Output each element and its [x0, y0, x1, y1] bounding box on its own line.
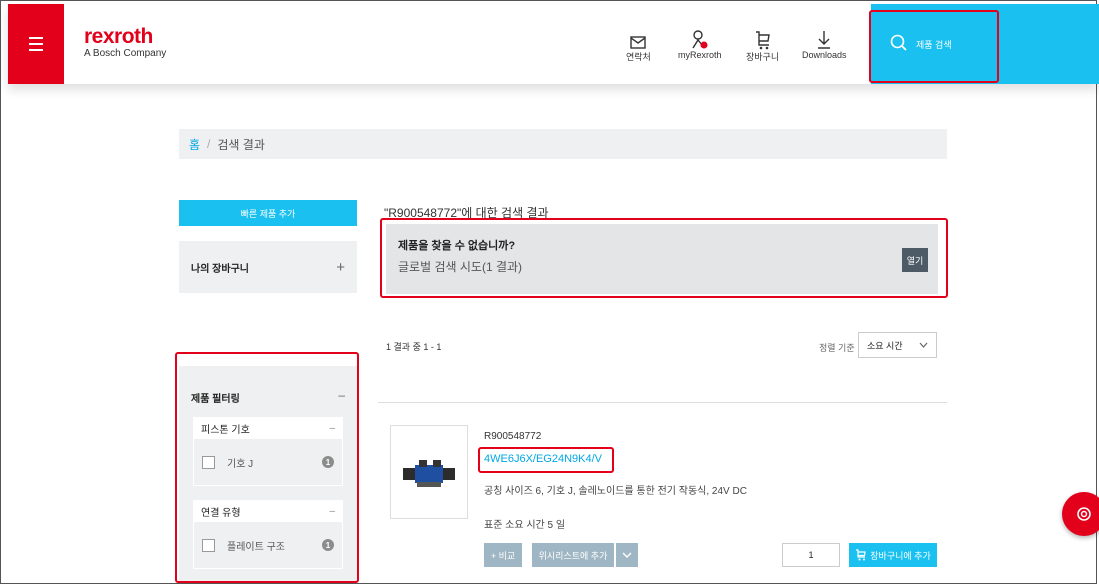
breadcrumb-current: 검색 결과	[217, 137, 265, 152]
quick-add-button[interactable]: 빠른 제품 추가	[179, 200, 357, 226]
user-icon	[691, 28, 709, 50]
wishlist-dropdown-button[interactable]	[616, 543, 638, 567]
nav-downloads[interactable]: Downloads	[802, 28, 847, 60]
headset-icon	[1077, 507, 1091, 521]
highlight-filter	[175, 352, 359, 583]
lead-time: 표준 소요 시간 5 일	[484, 520, 566, 531]
nav-contact[interactable]: 연락처	[626, 28, 651, 63]
highlight-search	[869, 10, 999, 83]
divider	[378, 402, 947, 403]
chevron-down-icon	[622, 552, 632, 558]
nav-myrexroth[interactable]: myRexroth	[678, 28, 722, 60]
highlight-product-link	[478, 447, 614, 473]
my-cart-label: 나의 장바구니	[191, 263, 249, 275]
product-number: R900548772	[484, 431, 542, 442]
mail-icon	[630, 28, 647, 50]
quantity-input[interactable]: 1	[782, 543, 840, 567]
logo-brand: rexroth	[84, 25, 153, 48]
breadcrumb: 홈 / 검색 결과	[179, 129, 947, 159]
nav-contact-label: 연락처	[626, 52, 651, 62]
sort-select[interactable]: 소요 시간	[858, 332, 937, 358]
product-description: 공칭 사이즈 6, 기호 J, 솔레노이드를 통한 전기 작동식, 24V DC	[484, 486, 747, 497]
breadcrumb-home[interactable]: 홈	[189, 136, 200, 153]
breadcrumb-separator: /	[207, 137, 211, 151]
add-to-cart-button[interactable]: 장바구니에 추가	[849, 543, 937, 567]
plus-icon[interactable]: +	[336, 259, 345, 276]
compare-button[interactable]: + 비교	[484, 543, 522, 567]
my-cart-panel[interactable]: 나의 장바구니 +	[179, 241, 357, 293]
sort-value: 소요 시간	[867, 340, 903, 351]
hamburger-icon	[29, 35, 43, 53]
chevron-down-icon	[919, 340, 928, 350]
nav-myrexroth-label: myRexroth	[678, 50, 722, 60]
rexroth-logo[interactable]: rexroth A Bosch Company	[84, 25, 167, 59]
logo-tagline: A Bosch Company	[84, 48, 167, 59]
menu-button[interactable]	[8, 4, 64, 84]
nav-cart[interactable]: 장바구니	[746, 28, 779, 63]
nav-downloads-label: Downloads	[802, 50, 847, 60]
cart-icon	[755, 28, 771, 50]
result-count: 1 결과 중 1 - 1	[386, 342, 442, 352]
add-to-cart-label: 장바구니에 추가	[870, 550, 931, 561]
help-chat-button[interactable]	[1062, 492, 1099, 536]
valve-image	[403, 460, 455, 487]
sort-label: 정렬 기준	[819, 343, 855, 353]
nav-cart-label: 장바구니	[746, 52, 780, 62]
product-image[interactable]	[390, 425, 468, 519]
add-to-wishlist-button[interactable]: 위시리스트에 추가	[532, 543, 614, 567]
download-icon	[816, 28, 832, 50]
highlight-notfound	[380, 218, 948, 298]
cart-icon	[856, 549, 866, 561]
